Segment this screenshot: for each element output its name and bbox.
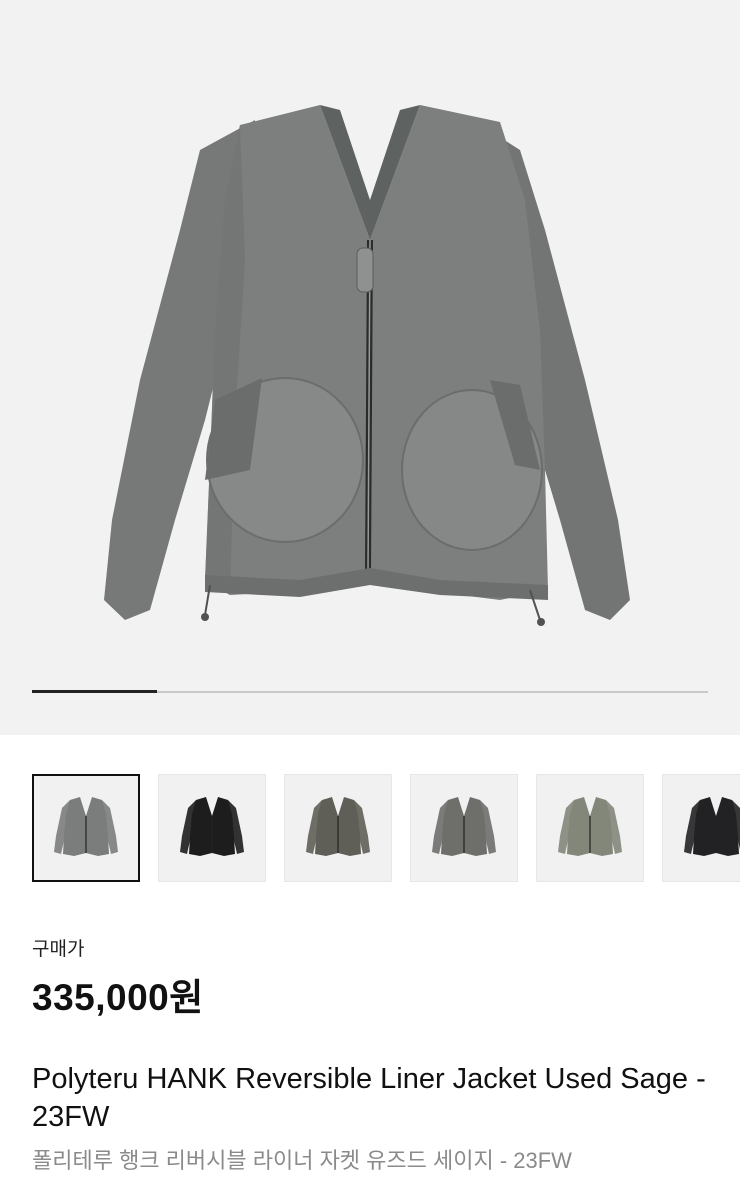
carousel-progress-bar [32, 690, 708, 693]
carousel-progress-fill [32, 690, 158, 693]
thumb-sage-quilted-front[interactable] [536, 774, 644, 882]
thumb-grey-front[interactable] [410, 774, 518, 882]
jacket-thumbnail-image [54, 797, 118, 856]
product-subtitle: 폴리테루 행크 리버시블 라이너 자켓 유즈드 세이지 - 23FW [32, 1148, 572, 1173]
jacket-thumbnail-image [684, 797, 740, 856]
product-image-carousel[interactable] [0, 0, 740, 735]
price-value: 335,000원 [32, 977, 204, 1018]
jacket-thumbnail-image [558, 797, 622, 856]
jacket-thumbnail-image [432, 797, 496, 856]
price-label: 구매가 [32, 939, 85, 960]
thumb-black-quilted-front[interactable] [662, 774, 740, 882]
jacket-thumbnail-image [306, 797, 370, 856]
thumbnail-strip [32, 774, 740, 884]
thumb-black-front[interactable] [158, 774, 266, 882]
product-title: Polyteru HANK Reversible Liner Jacket Us… [32, 1063, 706, 1133]
jacket-thumbnail-image [180, 797, 244, 856]
thumb-olive-grey-front[interactable] [284, 774, 392, 882]
main-jacket-image [104, 105, 630, 626]
thumb-used-sage-front[interactable] [32, 774, 140, 882]
